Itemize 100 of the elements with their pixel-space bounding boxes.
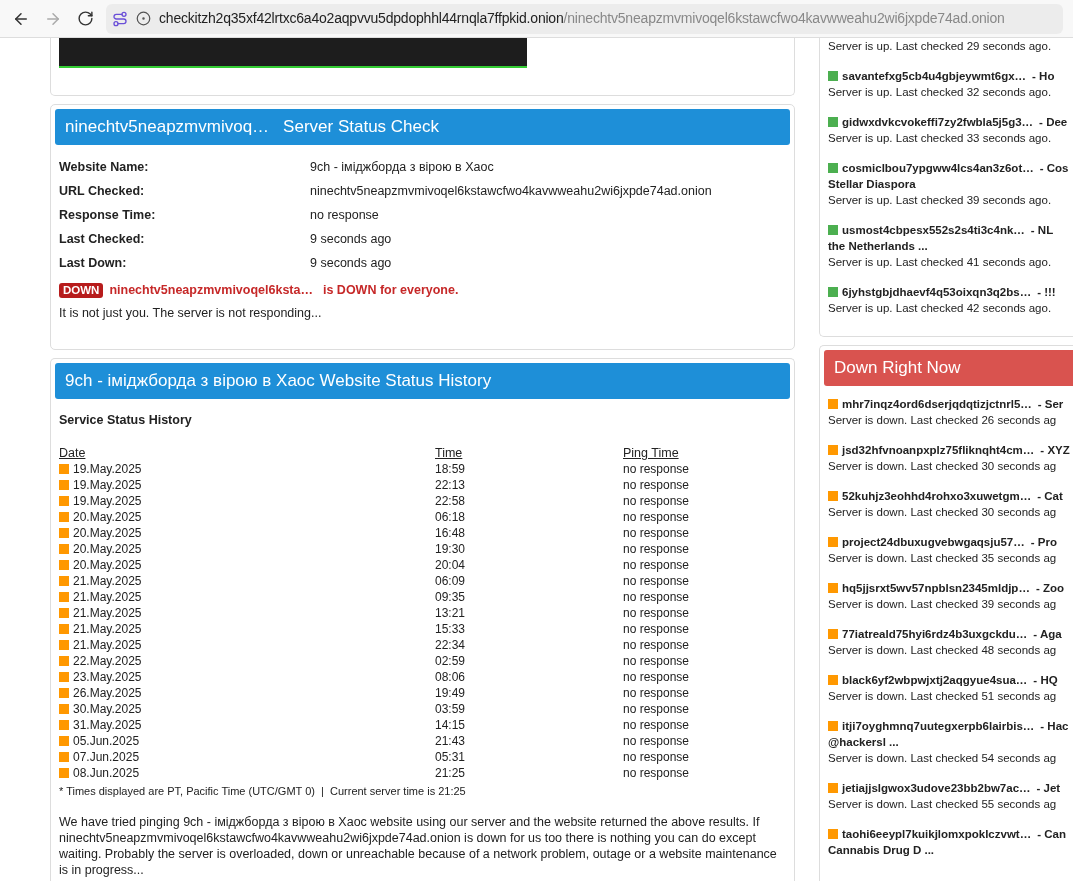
time-cell-text: 16:48 [435,525,467,542]
status-text: Server is down. Last checked 48 seconds ag [828,643,1058,658]
site-description: - Hac [1040,719,1069,734]
ping-cell: no response [623,509,690,526]
site-description: - !!! [1037,285,1056,300]
date-cell: 20.May.2025 [73,525,142,542]
ping-cell: no response [623,493,690,510]
time-cell-text: 22:13 [435,477,467,494]
column-header: Date [59,445,87,462]
site-link[interactable]: cosmiclbou7ypgww4lcs4an3z6ot… [842,160,1034,176]
ping-cell: no response [623,685,690,702]
site-link[interactable]: 52kuhjz3eohhd4rohxo3xuwetgm… [842,488,1032,504]
ping-cell: no response [623,637,690,654]
status-text: Server is down. Last checked 26 seconds ag [828,413,1058,428]
explanation-paragraph: We have tried pinging 9ch - іміджборда з вірою в Хаос website using our server and the website returned the above results. If ninechtv5neapzmvmivoqel6kstawcfwo4kavwweahu2wi6jxpde74ad.onion is down for us too there is nothing you can do except waiting. Probably the server is overloaded, down or unreachable because of a network problem, outage or a website maintenance is in progress... [59,813,778,878]
site-link[interactable]: taohi6eeypl7kuikjlomxpoklczvwt… [842,826,1032,842]
status-square-icon [59,752,69,763]
time-cell-text: 22:34 [435,637,467,654]
site-description: - Aga [1033,627,1062,642]
status-text: Server is down. Last checked 39 seconds ag [828,597,1058,612]
site-description: - Ser [1037,397,1064,412]
status-text: Server is up. Last checked 39 seconds ago. [828,193,1053,208]
site-link[interactable]: black6yf2wbpwjxtj2aqgyue4sua… [842,672,1028,688]
date-cell: 07.Jun.2025 [73,749,140,766]
header-title: 9ch - іміджборда з вірою в Хаос Website Status History [65,369,492,392]
site-description: - XYZ [1040,443,1070,458]
status-site-name: ninechtv5neapzmvmivoqel6ksta… [109,282,313,299]
time-cell-text: 19:49 [435,685,467,702]
route-icon[interactable] [112,10,128,27]
date-cell: 21.May.2025 [73,637,142,654]
status-square-icon [59,688,69,699]
time-cell-text: 03:59 [435,701,467,718]
date-cell: 19.May.2025 [73,493,142,510]
site-link[interactable]: gidwxdvkcvokeffi7zy2fwbla5j5g3… [842,114,1034,130]
site-link[interactable]: 6jyhstgbjdhaevf4q53oixqn3q2bs… [842,284,1032,300]
date-cell: 21.May.2025 [73,589,142,606]
site-link[interactable]: mhr7inqz4ord6dserjqdqtizjctnrl5… [842,396,1032,412]
status-square-icon [59,544,69,555]
ping-cell: no response [623,717,690,734]
status-square-icon [59,704,69,715]
ping-cell: no response [623,765,690,782]
site-link[interactable]: usmost4cbpesx552s2s4ti3c4nk… [842,222,1025,238]
site-description: the Netherlands ... [828,239,929,254]
column-header: Ping Time [623,445,679,462]
status-text: Server is down. Last checked 35 seconds ag [828,551,1058,566]
footnote: * Times displayed are PT, Pacific Time (UTC/GMT 0) | Current server time is 21:25 [59,784,467,800]
site-link[interactable]: jetiajjslgwox3udove23bb2bw7ac… [842,780,1031,796]
site-link[interactable]: 77iatreald75hyi6rdz4b3uxgckdu… [842,626,1028,642]
time-cell-text: 08:06 [435,669,467,686]
status-message: is DOWN for everyone. [322,282,459,299]
date-cell: 20.May.2025 [73,509,142,526]
status-square-icon [59,576,69,587]
site-link[interactable]: hq5jjsrxt5wv57npblsn2345mldjp… [842,580,1030,596]
date-cell: 21.May.2025 [73,573,142,590]
field-label: Response Time: [59,206,157,224]
status-square-icon [59,608,69,619]
site-link[interactable]: savantefxg5cb4u4gbjeywmt6gx… [842,68,1027,84]
ping-cell: no response [623,477,690,494]
field-value: ninechtv5neapzmvmivoqel6kstawcfwo4kavwweahu2wi6jxpde74ad.onion [310,182,712,200]
status-square-icon [59,656,69,667]
ping-cell: no response [623,653,690,670]
date-cell: 26.May.2025 [73,685,142,702]
status-square-icon [59,560,69,571]
status-text: Server is down. Last checked 55 seconds ag [828,797,1058,812]
site-link[interactable]: project24dbuxugvebwgaqsju57… [842,534,1025,550]
date-cell: 21.May.2025 [73,605,142,622]
status-square-icon [59,464,69,475]
site-description: - NL [1030,223,1054,238]
status-text: Server is down. Last checked 30 seconds ag [828,459,1058,474]
time-cell-text: 13:21 [435,605,467,622]
site-description: - Cos [1039,161,1069,176]
time-cell-text: 20:04 [435,557,467,574]
time-cell-text: 18:59 [435,461,467,478]
site-link[interactable]: itji7oyghmnq7uutegxerpb6lairbis… [842,718,1035,734]
status-text: Server is up. Last checked 32 seconds ago. [828,85,1053,100]
date-cell: 19.May.2025 [73,477,142,494]
date-cell: 05.Jun.2025 [73,733,140,750]
site-description: - HQ [1033,673,1058,688]
status-text: Server is up. Last checked 33 seconds ago. [828,131,1053,146]
ping-cell: no response [623,525,690,542]
status-square-icon [59,736,69,747]
status-square-icon [59,480,69,491]
site-description: - Jet [1036,781,1061,796]
ping-cell: no response [623,461,690,478]
site-description: - Pro [1030,535,1057,550]
status-text: Server is up. Last checked 42 seconds ago. [828,301,1053,316]
field-value: 9 seconds ago [310,230,392,248]
ping-cell: no response [623,557,690,574]
site-description: - Dee [1039,115,1068,130]
status-text: Server is down. Last checked 54 seconds ag [828,751,1058,766]
address-bar[interactable]: checkitzh2q35xf42lrtxc6a4o2aqpvvu5dpdophhl44rnqla7ffpkid.onion/ninechtv5neapzmvmivoqel6kstawcfwo4kavwweahu2wi6jxpde74ad.onion [106,3,1063,34]
status-note: It is not just you. The server is not responding... [59,304,323,322]
site-link[interactable]: jsd32hfvnoanpxplz75fliknqht4cm… [842,442,1035,458]
header-site-name: ninechtv5neapzmvmivoq… [65,116,270,139]
date-cell: 21.May.2025 [73,621,142,638]
date-cell: 20.May.2025 [73,541,142,558]
status-text: Server is up. Last checked 41 seconds ago. [828,255,1053,270]
ping-cell: no response [623,749,690,766]
field-value: no response [310,206,379,224]
status-square-icon [59,512,69,523]
